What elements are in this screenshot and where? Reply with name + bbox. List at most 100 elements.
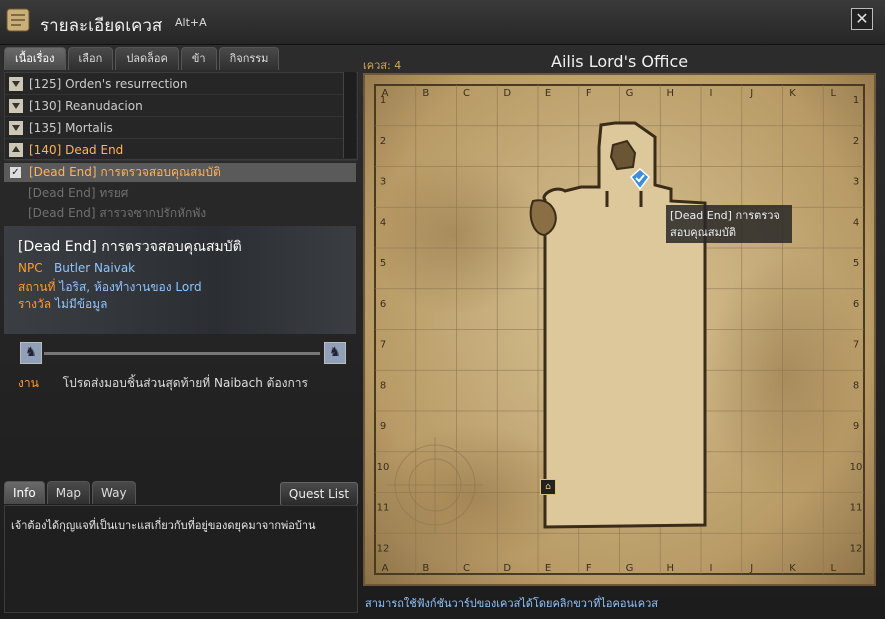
tab-map[interactable]: Map bbox=[46, 481, 91, 504]
quest-details-window: รายละเอียดเควส Alt+A ✕ เนื้อเรื่อง เลือก… bbox=[0, 0, 885, 619]
map-row-label: 5 bbox=[380, 258, 386, 269]
quest-row-label: [130] Reanudacion bbox=[29, 98, 143, 113]
task-label: งาน bbox=[18, 376, 39, 390]
map-column-label: L bbox=[830, 88, 836, 99]
door-icon[interactable]: ⌂ bbox=[540, 479, 556, 495]
npc-value[interactable]: Butler Naivak bbox=[54, 261, 135, 275]
map-column-label: D bbox=[503, 563, 511, 574]
quest-list-button[interactable]: Quest List bbox=[280, 482, 358, 506]
map-column-label: I bbox=[710, 88, 713, 99]
tab-way[interactable]: Way bbox=[92, 481, 136, 504]
map-row-label: 5 bbox=[853, 258, 859, 269]
task-line: งาน โปรดส่งมอบชิ้นส่วนสุดท้ายที่ Naibach… bbox=[18, 374, 308, 393]
map-title: Ailis Lord's Office bbox=[551, 52, 689, 71]
quest-list-scrollbar[interactable] bbox=[343, 72, 356, 158]
sub-quest-row[interactable]: [Dead End] ทรยศ bbox=[4, 184, 356, 203]
map-hint: สามารถใช้ฟังก์ชันวาร์ปของเควสได้โดยคลิกข… bbox=[365, 597, 658, 610]
quest-map[interactable]: ABCDEFGHIJKL ABCDEFGHIJKL 1 2 3 4 5 6 7 8 9 10 11 1… bbox=[363, 73, 876, 586]
map-row-label: 2 bbox=[853, 136, 859, 147]
scroll-icon bbox=[6, 8, 30, 32]
lion-crest-icon: ♞ bbox=[20, 342, 42, 364]
task-text: โปรดส่งมอบชิ้นส่วนสุดท้ายที่ Naibach ต้อ… bbox=[62, 376, 308, 390]
window-title: รายละเอียดเควส bbox=[40, 16, 163, 36]
tab-story[interactable]: เนื้อเรื่อง bbox=[4, 47, 66, 70]
map-column-label: K bbox=[789, 88, 796, 99]
map-row-label: 8 bbox=[853, 380, 859, 391]
tab-mine[interactable]: ข้า bbox=[180, 47, 217, 70]
map-grid: ABCDEFGHIJKL ABCDEFGHIJKL 12345678910111… bbox=[365, 84, 865, 575]
map-row-label: 4 bbox=[853, 217, 859, 228]
quest-row[interactable]: [125] Orden's resurrection bbox=[5, 73, 357, 95]
map-row-label: 3 bbox=[853, 177, 859, 188]
lion-crest-icon: ♞ bbox=[324, 342, 346, 364]
map-column-label: E bbox=[545, 88, 551, 99]
map-column-label: B bbox=[422, 88, 429, 99]
map-column-label: A bbox=[382, 563, 389, 574]
map-column-label: J bbox=[749, 88, 753, 99]
npc-label: NPC bbox=[18, 261, 43, 275]
map-column-label: C bbox=[463, 563, 470, 574]
map-row-label: 3 bbox=[380, 177, 386, 188]
checkbox-icon[interactable]: ✓ bbox=[10, 167, 21, 178]
place-label: สถานที่ bbox=[18, 280, 56, 294]
map-column-label: K bbox=[789, 563, 796, 574]
progress-track bbox=[44, 352, 320, 355]
info-text: เจ้าต้องได้กุญแจที่เป็นเบาะแสเกี่ยวกับที… bbox=[11, 519, 316, 532]
map-column-label: G bbox=[626, 563, 634, 574]
title-bar[interactable]: รายละเอียดเควส Alt+A ✕ bbox=[0, 0, 885, 45]
map-column-label: H bbox=[666, 88, 674, 99]
tab-choice[interactable]: เลือก bbox=[67, 47, 114, 70]
info-box: เจ้าต้องได้กุญแจที่เป็นเบาะแสเกี่ยวกับที… bbox=[4, 505, 358, 613]
quest-row[interactable]: [140] Dead End bbox=[5, 139, 357, 161]
expand-arrow-icon[interactable] bbox=[9, 98, 23, 113]
map-row-label: 6 bbox=[853, 299, 859, 310]
expand-arrow-icon[interactable] bbox=[9, 120, 23, 135]
collapse-arrow-icon[interactable] bbox=[9, 142, 23, 157]
map-row-label: 11 bbox=[850, 503, 863, 514]
quest-list: [125] Orden's resurrection [130] Reanuda… bbox=[4, 72, 358, 161]
map-column-label: G bbox=[626, 88, 634, 99]
close-button[interactable]: ✕ bbox=[851, 8, 873, 30]
quest-row[interactable]: [135] Mortalis bbox=[5, 117, 357, 139]
map-column-label: H bbox=[666, 563, 674, 574]
quest-row-label: [125] Orden's resurrection bbox=[29, 76, 188, 91]
expand-arrow-icon[interactable] bbox=[9, 76, 23, 91]
quest-category-tabs: เนื้อเรื่อง เลือก ปลดล็อค ข้า กิจกรรม bbox=[4, 47, 280, 70]
marker-tooltip: [Dead End] การตรวจ สอบคุณสมบัติ bbox=[666, 205, 792, 243]
sub-quest-row[interactable]: [Dead End] สารวจซากปรักหักพัง bbox=[4, 204, 356, 223]
quest-row-label: [135] Mortalis bbox=[29, 120, 113, 135]
tab-info[interactable]: Info bbox=[4, 481, 45, 504]
map-column-label: C bbox=[463, 88, 470, 99]
npc-line: NPC Butler Naivak bbox=[18, 261, 135, 275]
window-hotkey: Alt+A bbox=[175, 16, 207, 29]
map-row-label: 2 bbox=[380, 136, 386, 147]
map-column-label: J bbox=[749, 563, 753, 574]
map-row-label: 10 bbox=[377, 462, 390, 473]
quest-marker-icon[interactable] bbox=[629, 168, 651, 190]
map-row-label: 9 bbox=[853, 421, 859, 432]
map-row-label: 12 bbox=[377, 543, 390, 554]
quest-row[interactable]: [130] Reanudacion bbox=[5, 95, 357, 117]
reward-value: ไม่มีข้อมูล bbox=[54, 297, 108, 311]
map-row-label: 11 bbox=[377, 503, 390, 514]
tab-activity[interactable]: กิจกรรม bbox=[218, 47, 280, 70]
tooltip-line: สอบคุณสมบัติ bbox=[670, 226, 736, 239]
quest-progress: ♞ ♞ bbox=[4, 338, 356, 370]
map-row-label: 6 bbox=[380, 299, 386, 310]
quest-number: เควส: 4 bbox=[363, 59, 402, 72]
map-row-label: 7 bbox=[853, 340, 859, 351]
quest-detail-panel: [Dead End] การตรวจสอบคุณสมบัติ NPC Butle… bbox=[4, 226, 356, 334]
map-row-label: 10 bbox=[850, 462, 863, 473]
place-value: ไอริส, ห้องทำงานของ Lord bbox=[59, 280, 202, 294]
map-column-label: I bbox=[710, 563, 713, 574]
sub-quest-row[interactable]: ✓ [Dead End] การตรวจสอบคุณสมบัติ bbox=[4, 163, 356, 182]
map-row-label: 12 bbox=[850, 543, 863, 554]
tab-unlock[interactable]: ปลดล็อค bbox=[115, 47, 179, 70]
map-row-label: 4 bbox=[380, 217, 386, 228]
info-tabs: Info Map Way bbox=[4, 481, 136, 504]
map-column-label: E bbox=[545, 563, 551, 574]
reward-line: รางวัล ไม่มีข้อมูล bbox=[18, 295, 108, 314]
sub-quest-label: [Dead End] การตรวจสอบคุณสมบัติ bbox=[29, 165, 221, 179]
map-row-label: 1 bbox=[853, 95, 859, 106]
map-row-label: 8 bbox=[380, 380, 386, 391]
